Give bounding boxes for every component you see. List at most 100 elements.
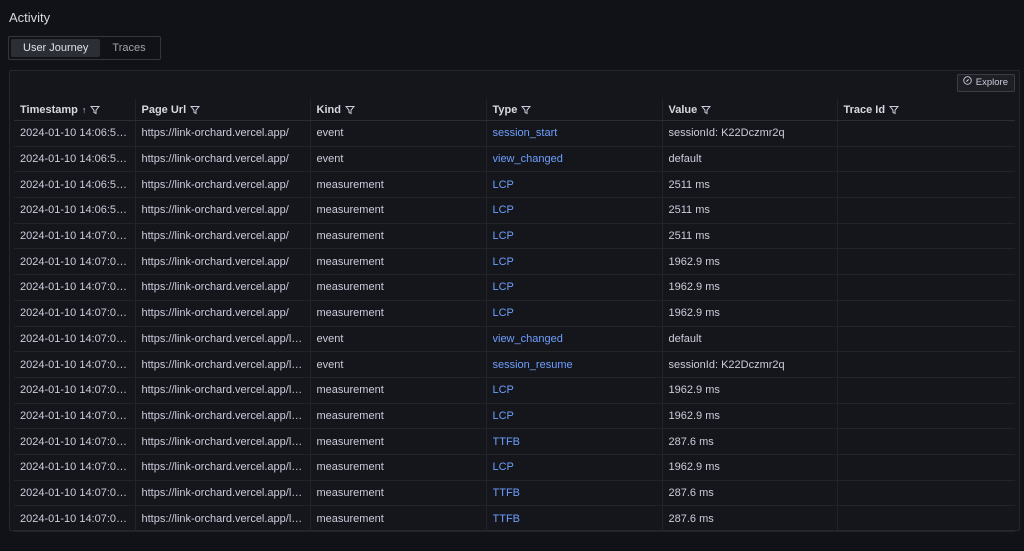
type-link[interactable]: LCP bbox=[493, 230, 662, 242]
value-cell: 1962.9 ms bbox=[668, 409, 720, 422]
table-row[interactable]: 2024-01-10 14:06:55... https://link-orcha… bbox=[14, 197, 1015, 224]
page-url-cell: https://link-orchard.vercel.app/ bbox=[141, 307, 289, 320]
filter-icon[interactable] bbox=[889, 105, 900, 115]
value-cell: 287.6 ms bbox=[661, 428, 837, 455]
kind-cell: measurement bbox=[309, 428, 486, 455]
timestamp-cell: 2024-01-10 14:06:55... bbox=[20, 153, 132, 166]
timestamp-cell: 2024-01-10 14:07:03... bbox=[20, 358, 132, 371]
tab-user-journey[interactable]: User Journey bbox=[11, 39, 101, 57]
timestamp-cell: 2024-01-10 14:06:55... bbox=[14, 171, 135, 199]
trace-id-cell bbox=[836, 274, 1015, 301]
table-row[interactable]: 2024-01-10 14:07:05... https://link-orcha… bbox=[14, 505, 1015, 532]
table-row[interactable]: 2024-01-10 14:07:05... https://link-orcha… bbox=[14, 480, 1015, 507]
table-row[interactable]: 2024-01-10 14:06:55... https://link-orcha… bbox=[14, 146, 1015, 173]
type-cell: session_resume bbox=[485, 351, 662, 378]
value-cell: sessionId: K22Dczmr2q bbox=[668, 127, 785, 140]
kind-cell: measurement bbox=[309, 274, 486, 301]
type-link[interactable]: session_resume bbox=[493, 359, 662, 371]
page-url-cell: https://link-orchard.vercel.app/lo... bbox=[134, 326, 310, 353]
value-cell: 1962.9 ms bbox=[668, 384, 720, 397]
timestamp-cell: 2024-01-10 14:07:03... bbox=[14, 300, 135, 327]
column-header-type[interactable]: Type bbox=[485, 99, 662, 121]
tab-traces[interactable]: Traces bbox=[100, 39, 157, 57]
timestamp-cell: 2024-01-10 14:07:05... bbox=[14, 480, 135, 507]
table-row[interactable]: 2024-01-10 14:06:55... https://link-orcha… bbox=[14, 171, 1015, 199]
type-link[interactable]: LCP bbox=[493, 384, 662, 396]
trace-id-cell bbox=[836, 326, 1015, 353]
page-url-cell: https://link-orchard.vercel.app/ bbox=[141, 153, 289, 166]
filter-icon[interactable] bbox=[521, 105, 532, 115]
column-header-timestamp[interactable]: Timestamp ↑ bbox=[14, 99, 135, 121]
table-row[interactable]: 2024-01-10 14:06:55... https://link-orcha… bbox=[14, 120, 1015, 147]
timestamp-cell: 2024-01-10 14:07:03... bbox=[20, 307, 132, 320]
kind-cell: measurement bbox=[309, 377, 486, 404]
table-row[interactable]: 2024-01-10 14:07:03... https://link-orcha… bbox=[14, 326, 1015, 353]
kind-cell: measurement bbox=[309, 300, 486, 327]
value-cell: 2511 ms bbox=[668, 178, 710, 191]
column-header-trace-id[interactable]: Trace Id bbox=[836, 99, 1015, 121]
trace-id-cell bbox=[836, 146, 1015, 173]
kind-cell: measurement bbox=[309, 171, 486, 199]
activity-table: Timestamp ↑ Page Url Kind Type Value Tra… bbox=[14, 99, 1015, 532]
type-link[interactable]: TTFB bbox=[493, 436, 662, 448]
table-row[interactable]: 2024-01-10 14:07:04... https://link-orcha… bbox=[14, 428, 1015, 455]
page-url-cell: https://link-orchard.vercel.app/lo... bbox=[141, 384, 307, 397]
table-header-row: Timestamp ↑ Page Url Kind Type Value Tra… bbox=[14, 99, 1015, 121]
page-url-cell: https://link-orchard.vercel.app/ bbox=[141, 204, 289, 217]
timestamp-cell: 2024-01-10 14:07:03... bbox=[20, 409, 132, 422]
trace-id-cell bbox=[836, 454, 1015, 481]
timestamp-cell: 2024-01-10 14:07:04... bbox=[20, 435, 132, 448]
value-cell: sessionId: K22Dczmr2q bbox=[661, 120, 837, 147]
type-link[interactable]: view_changed bbox=[493, 153, 662, 165]
table-row[interactable]: 2024-01-10 14:07:03... https://link-orcha… bbox=[14, 403, 1015, 430]
timestamp-cell: 2024-01-10 14:07:04... bbox=[20, 461, 132, 474]
timestamp-cell: 2024-01-10 14:07:00... bbox=[14, 223, 135, 250]
type-link[interactable]: LCP bbox=[493, 281, 662, 293]
kind-cell: measurement bbox=[309, 223, 486, 250]
type-cell: LCP bbox=[485, 197, 662, 224]
table-row[interactable]: 2024-01-10 14:07:03... https://link-orcha… bbox=[14, 351, 1015, 378]
explore-button[interactable]: Explore bbox=[956, 74, 1015, 92]
table-row[interactable]: 2024-01-10 14:07:00... https://link-orcha… bbox=[14, 223, 1015, 250]
type-link[interactable]: LCP bbox=[493, 204, 662, 216]
table-row[interactable]: 2024-01-10 14:07:03... https://link-orcha… bbox=[14, 274, 1015, 301]
column-header-kind[interactable]: Kind bbox=[309, 99, 486, 121]
type-link[interactable]: LCP bbox=[493, 461, 662, 473]
type-link[interactable]: LCP bbox=[493, 179, 662, 191]
type-link[interactable]: TTFB bbox=[493, 487, 662, 499]
value-cell: 287.6 ms bbox=[668, 512, 714, 525]
page-url-cell: https://link-orchard.vercel.app/ bbox=[134, 223, 310, 250]
table-row[interactable]: 2024-01-10 14:07:00... https://link-orcha… bbox=[14, 248, 1015, 276]
type-link[interactable]: session_start bbox=[493, 127, 662, 139]
kind-cell: measurement bbox=[316, 409, 384, 422]
activity-table-panel: Explore Timestamp ↑ Page Url Kind Type V… bbox=[9, 70, 1020, 532]
panel-title: Activity bbox=[9, 10, 51, 25]
filter-icon[interactable] bbox=[344, 105, 355, 115]
kind-cell: event bbox=[309, 351, 486, 378]
table-row[interactable]: 2024-01-10 14:07:03... https://link-orcha… bbox=[14, 300, 1015, 327]
column-header-page-url[interactable]: Page Url bbox=[134, 99, 310, 121]
type-link[interactable]: view_changed bbox=[493, 333, 662, 345]
table-row[interactable]: 2024-01-10 14:07:04... https://link-orcha… bbox=[14, 454, 1015, 481]
table-row[interactable]: 2024-01-10 14:07:03... https://link-orcha… bbox=[14, 377, 1015, 404]
kind-cell: event bbox=[309, 120, 486, 147]
type-link[interactable]: LCP bbox=[493, 256, 662, 268]
filter-icon[interactable] bbox=[90, 105, 101, 115]
kind-cell: measurement bbox=[309, 403, 486, 430]
type-link[interactable]: LCP bbox=[493, 307, 662, 319]
filter-icon[interactable] bbox=[701, 105, 712, 115]
page-url-cell: https://link-orchard.vercel.app/ bbox=[141, 230, 289, 243]
timestamp-cell: 2024-01-10 14:07:03... bbox=[14, 351, 135, 378]
kind-cell: event bbox=[316, 153, 344, 166]
sort-ascending-icon: ↑ bbox=[81, 104, 87, 115]
type-link[interactable]: TTFB bbox=[493, 513, 662, 525]
page-url-cell: https://link-orchard.vercel.app/lo... bbox=[141, 512, 307, 525]
column-header-value[interactable]: Value bbox=[661, 99, 837, 121]
page-url-cell: https://link-orchard.vercel.app/ bbox=[134, 300, 310, 327]
filter-icon[interactable] bbox=[190, 105, 201, 115]
column-label: Type bbox=[492, 103, 518, 116]
trace-id-cell bbox=[836, 300, 1015, 327]
type-link[interactable]: LCP bbox=[493, 410, 662, 422]
timestamp-cell: 2024-01-10 14:06:55... bbox=[20, 127, 132, 140]
type-cell: TTFB bbox=[485, 480, 662, 507]
